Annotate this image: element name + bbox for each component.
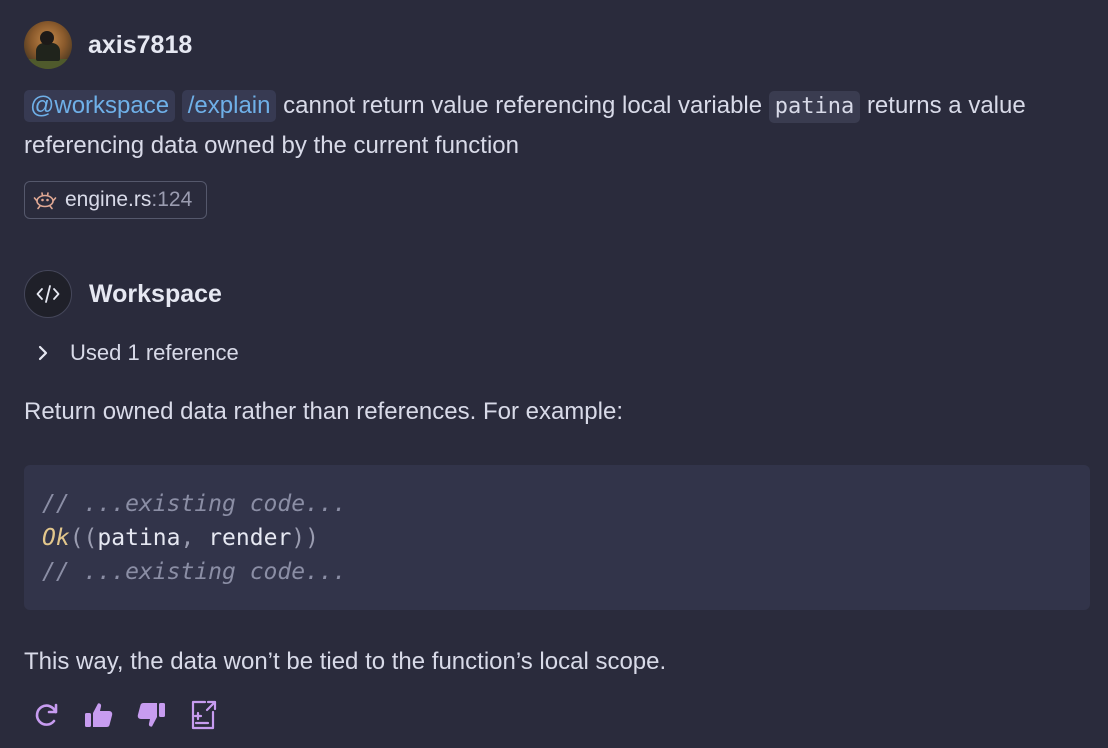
insert-into-file-button[interactable] bbox=[186, 698, 220, 732]
code-line-3: // ...existing code... bbox=[42, 559, 347, 585]
code-arg-2: render bbox=[208, 525, 292, 551]
response-intro: Return owned data rather than references… bbox=[24, 398, 623, 425]
response-outro: This way, the data won’t be tied to the … bbox=[24, 648, 667, 675]
command-chip[interactable]: /explain bbox=[181, 90, 277, 122]
prompt-text-before: cannot return value referencing local va… bbox=[283, 92, 763, 119]
retry-button[interactable] bbox=[30, 698, 64, 732]
user-header: axis7818 bbox=[24, 21, 192, 69]
code-line-2: Ok((patina, render)) bbox=[42, 521, 1072, 555]
response-actions bbox=[30, 698, 238, 732]
code-punct-sep: , bbox=[180, 525, 209, 551]
thumbs-down-button[interactable] bbox=[134, 698, 168, 732]
file-name: engine.rs bbox=[65, 188, 152, 211]
thumbs-down-icon bbox=[137, 703, 165, 727]
agent-header: Workspace bbox=[24, 270, 222, 318]
agent-chip[interactable]: @workspace bbox=[24, 90, 176, 122]
inline-code-variable: patina bbox=[768, 91, 861, 123]
file-line-number: :124 bbox=[151, 188, 193, 211]
file-reference[interactable]: engine.rs:124 bbox=[24, 181, 208, 219]
code-arg-1: patina bbox=[97, 525, 181, 551]
thumbs-up-button[interactable] bbox=[82, 698, 116, 732]
references-label: Used 1 reference bbox=[70, 340, 239, 365]
user-avatar[interactable] bbox=[24, 21, 72, 69]
code-fn-ok: Ok bbox=[42, 525, 70, 551]
references-toggle[interactable]: Used 1 reference bbox=[36, 340, 239, 366]
refresh-icon bbox=[35, 703, 58, 726]
code-punct-close: )) bbox=[291, 525, 319, 551]
code-block[interactable]: // ...existing code... Ok((patina, rende… bbox=[24, 465, 1090, 610]
code-line-1: // ...existing code... bbox=[42, 491, 347, 517]
agent-name: Workspace bbox=[89, 279, 222, 308]
code-icon bbox=[24, 270, 72, 318]
chevron-right-icon bbox=[38, 345, 48, 361]
thumbs-up-icon bbox=[85, 703, 113, 727]
insert-into-file-icon bbox=[191, 700, 217, 730]
user-prompt: @workspace /explain cannot return value … bbox=[24, 86, 1094, 166]
rust-icon bbox=[33, 192, 57, 210]
code-punct-open: (( bbox=[69, 525, 98, 551]
username: axis7818 bbox=[88, 30, 193, 59]
